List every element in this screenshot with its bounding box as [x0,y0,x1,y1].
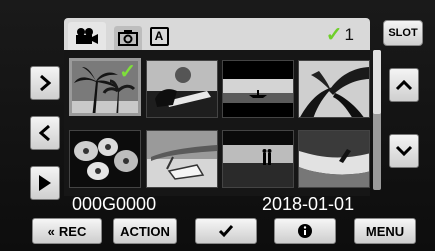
rec-button[interactable]: « REC [32,218,102,244]
previous-page-button[interactable] [30,116,60,150]
checkmark-icon: ✓ [325,24,343,46]
playback-screen: A ✓ 1 SLOT ✓ 000G0000 2018-01-01 « REC A… [0,0,435,251]
thumbnail-couple-sunset[interactable] [222,130,294,188]
thumbnail-boat-sunset[interactable] [222,60,294,118]
tab-auto-mode[interactable]: A [148,24,170,48]
menu-button[interactable]: MENU [354,218,416,244]
chevron-up-icon [395,79,413,91]
tab-photo[interactable] [114,26,142,50]
thumbnail-scrollbar[interactable] [373,50,381,190]
file-name: 000G0000 [72,194,157,214]
thumbnail-grid: ✓ [64,50,370,196]
info-icon [298,224,312,238]
info-button[interactable] [274,218,336,244]
media-type-tabbar: A ✓ 1 [64,18,370,50]
scroll-up-button[interactable] [389,68,419,102]
slot-button[interactable]: SLOT [383,20,423,46]
scroll-down-button[interactable] [389,134,419,168]
thumbnail-orchids[interactable] [69,130,141,188]
play-button[interactable] [30,166,60,200]
rec-label: REC [58,223,87,239]
chevron-left-icon [39,124,50,142]
video-camera-icon [76,28,98,44]
menu-label: MENU [365,223,405,239]
chevron-down-icon [395,145,413,157]
thumbnail-person-reading[interactable] [146,60,218,118]
recording-date: 2018-01-01 [262,194,355,214]
thumbnail-palm-trees-beach[interactable]: ✓ [69,58,141,116]
double-chevron-left-icon: « [47,223,55,239]
chevron-right-icon [40,74,51,92]
auto-mode-icon: A [149,26,169,46]
selected-check-icon: ✓ [119,61,136,83]
confirm-button[interactable] [195,218,257,244]
thumbnail-beach-chair[interactable] [146,130,218,188]
selected-count-indicator: ✓ 1 [326,24,354,46]
checkmark-icon [218,225,234,238]
selected-count: 1 [344,25,354,44]
tab-video[interactable] [68,22,106,50]
thumbnail-beach-waves[interactable] [298,130,370,188]
action-button[interactable]: ACTION [113,218,177,244]
action-label: ACTION [120,223,170,239]
thumbnail-palm-leaves[interactable] [298,60,370,118]
play-icon [39,175,51,191]
next-page-button[interactable] [30,66,60,100]
scrollbar-thumb[interactable] [373,50,381,114]
camera-icon [118,30,138,46]
